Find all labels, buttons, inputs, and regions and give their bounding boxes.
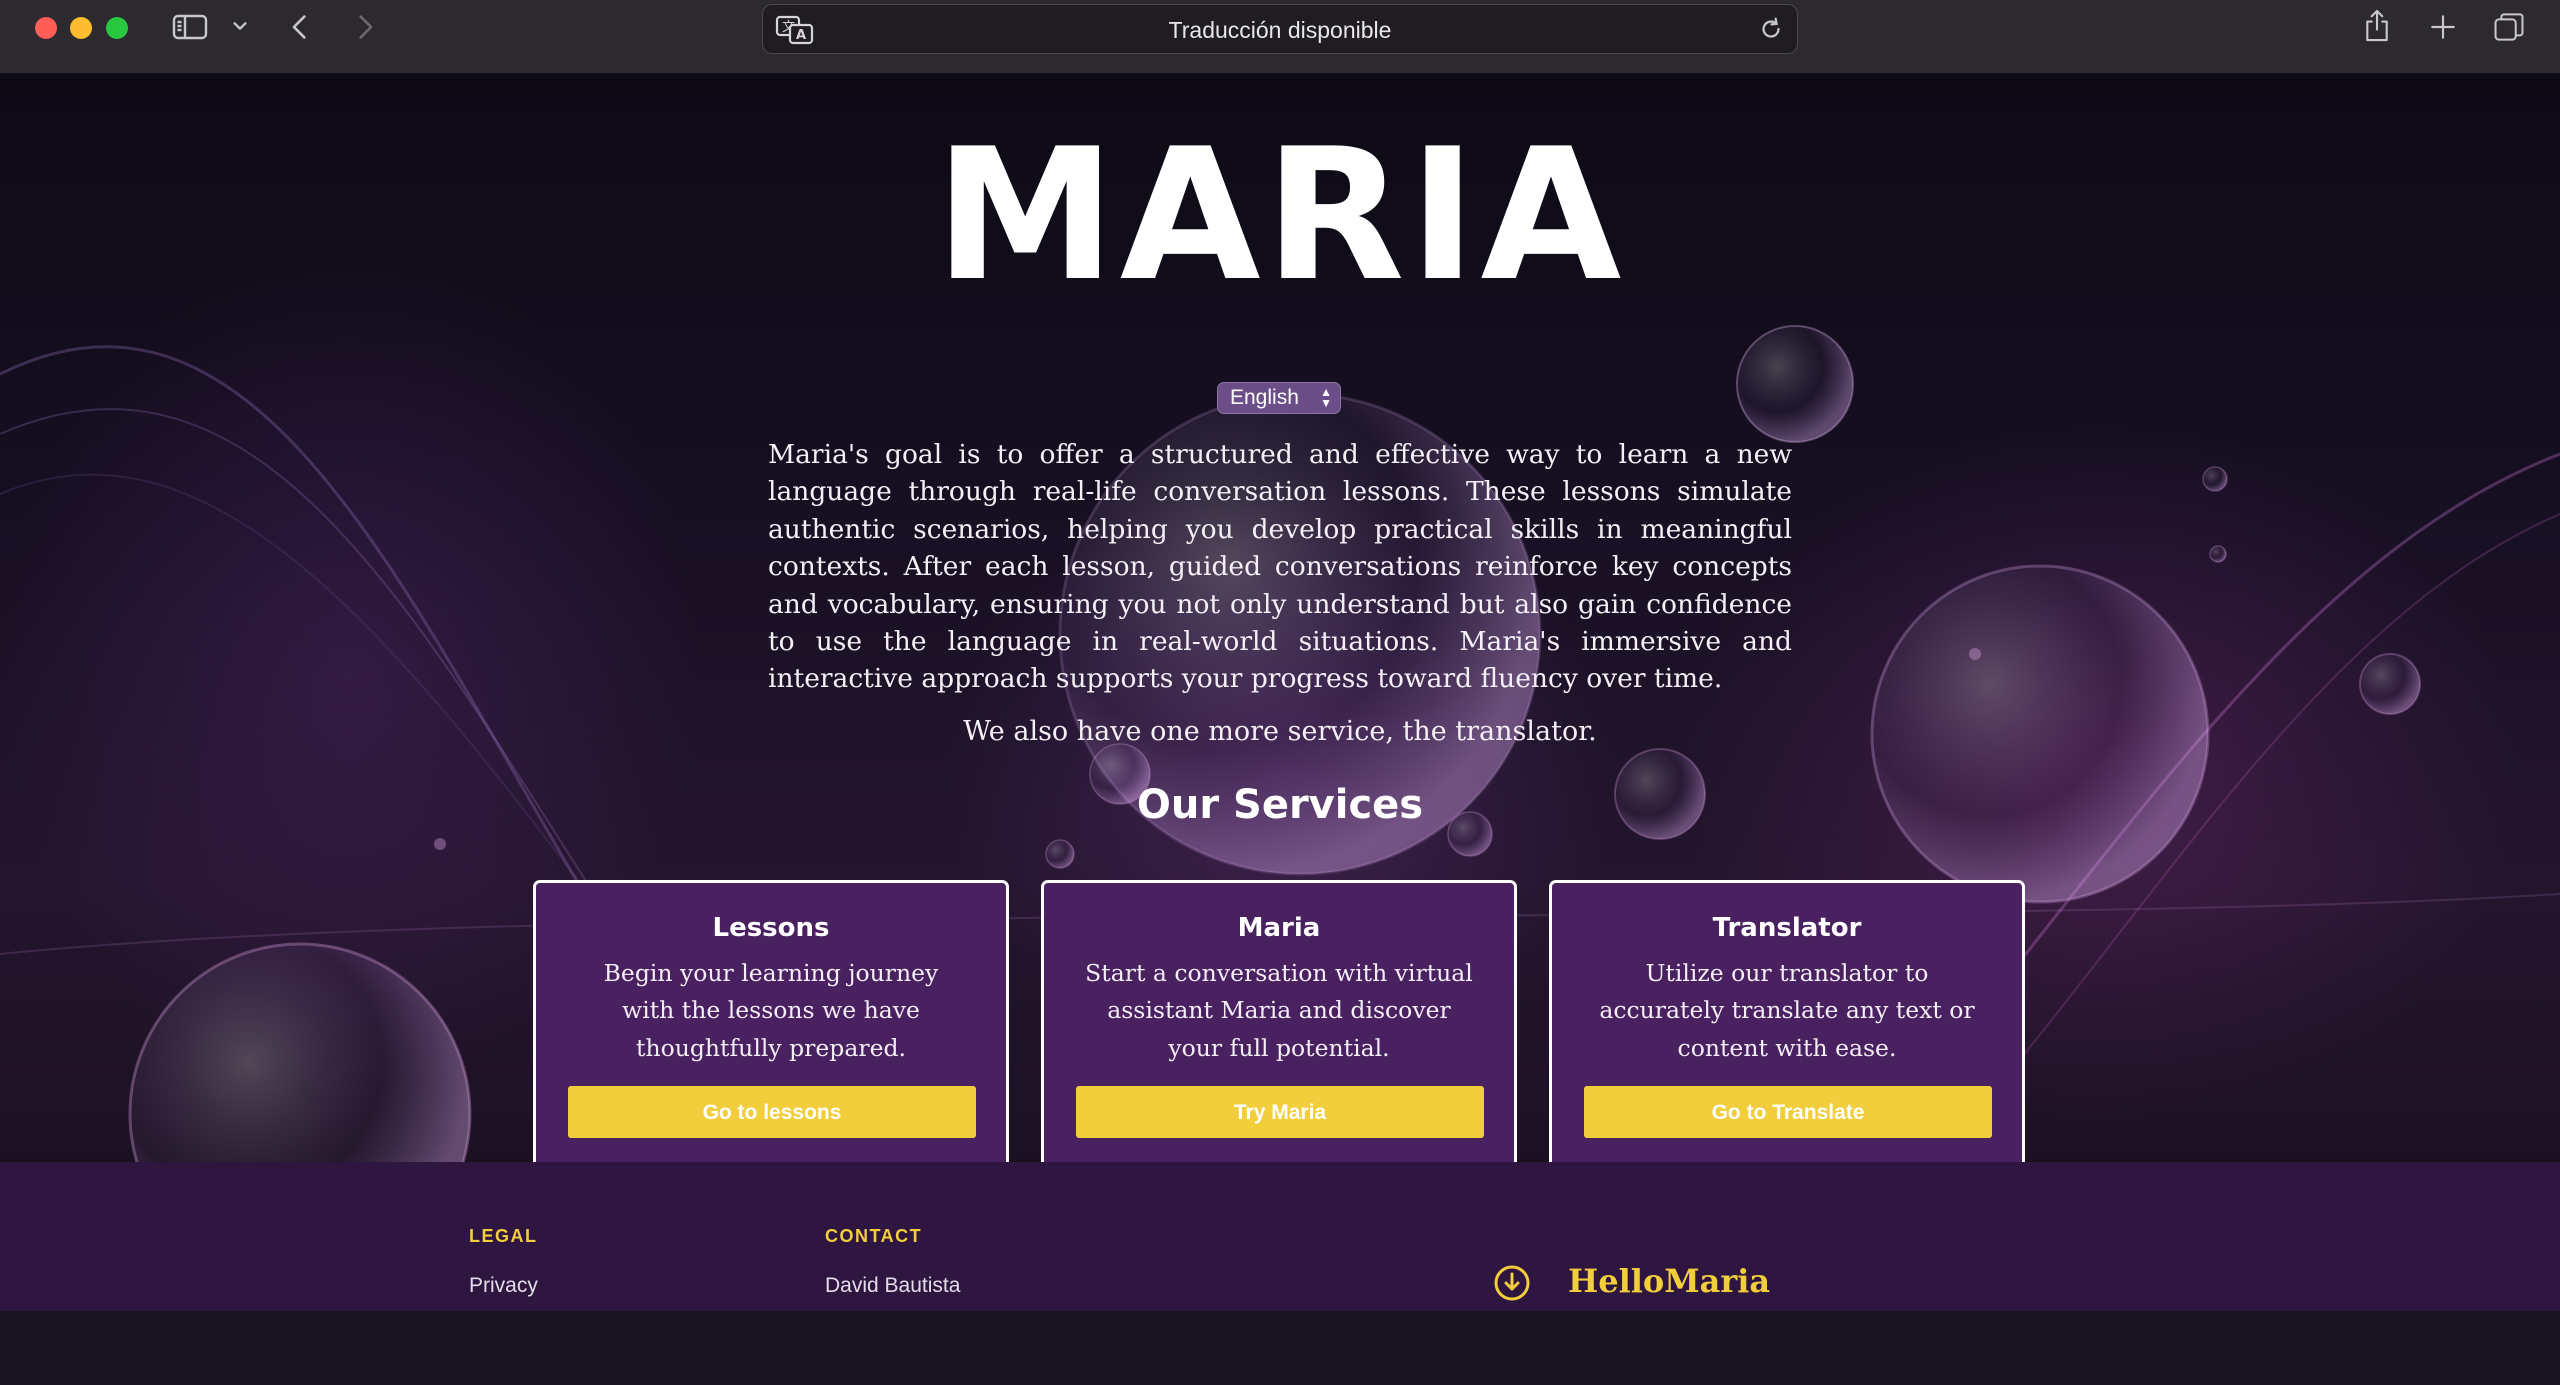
address-bar[interactable]: 文 A Traducción disponible <box>762 4 1798 54</box>
card-title: Translator <box>1712 913 1862 943</box>
language-select-value: English <box>1230 386 1299 409</box>
services-heading: Our Services <box>1136 782 1424 828</box>
tab-overview-icon[interactable] <box>2490 8 2528 46</box>
back-arrow-icon[interactable] <box>285 10 315 44</box>
download-circle-icon <box>1492 1263 1532 1303</box>
language-select[interactable]: English ▲ ▼ <box>1217 382 1341 414</box>
chevron-down-icon[interactable] <box>230 16 250 36</box>
service-card-translator: Translator Utilize our translator to acc… <box>1549 880 2025 1172</box>
card-text: Begin your learning journey with the les… <box>603 959 939 1062</box>
go-to-lessons-button[interactable]: Go to lessons <box>568 1086 976 1138</box>
forward-arrow-icon[interactable] <box>350 10 380 44</box>
footer <box>0 1162 2560 1311</box>
service-card-lessons: Lessons Begin your learning journey with… <box>533 880 1009 1172</box>
site-title: MARIA <box>934 109 1626 321</box>
service-card-maria: Maria Start a conversation with virtual … <box>1041 880 1517 1172</box>
card-text: Start a conversation with virtual assist… <box>1085 959 1473 1062</box>
intro-paragraph: Maria's goal is to offer a structured an… <box>768 439 1792 695</box>
minimize-window-button[interactable] <box>70 17 92 39</box>
select-arrows-icon: ▲ ▼ <box>1320 385 1332 410</box>
hero-section: MARIA English ▲ ▼ Maria's goal is to offe… <box>0 74 2560 1236</box>
close-window-button[interactable] <box>35 17 57 39</box>
footer-legal-heading: LEGAL <box>469 1226 538 1246</box>
browser-toolbar: 文 A Traducción disponible <box>0 0 2560 74</box>
go-to-translate-button[interactable]: Go to Translate <box>1584 1086 1992 1138</box>
address-text: Traducción disponible <box>1168 17 1392 43</box>
card-text: Utilize our translator to accurately tra… <box>1599 959 1975 1062</box>
reload-icon[interactable] <box>1757 15 1787 45</box>
share-icon[interactable] <box>2360 6 2394 46</box>
new-tab-icon[interactable] <box>2426 10 2460 44</box>
footer-contact-link[interactable]: David Bautista <box>825 1274 960 1298</box>
card-title: Lessons <box>712 913 830 943</box>
try-maria-button[interactable]: Try Maria <box>1076 1086 1484 1138</box>
card-title: Maria <box>1237 913 1321 943</box>
translator-note: We also have one more service, the trans… <box>963 716 1597 747</box>
footer-brand[interactable]: HelloMaria <box>1568 1262 1770 1300</box>
footer-privacy-link[interactable]: Privacy <box>469 1274 538 1298</box>
sidebar-toggle-icon[interactable] <box>172 12 208 42</box>
footer-contact-heading: CONTACT <box>825 1226 923 1246</box>
fullscreen-window-button[interactable] <box>106 17 128 39</box>
